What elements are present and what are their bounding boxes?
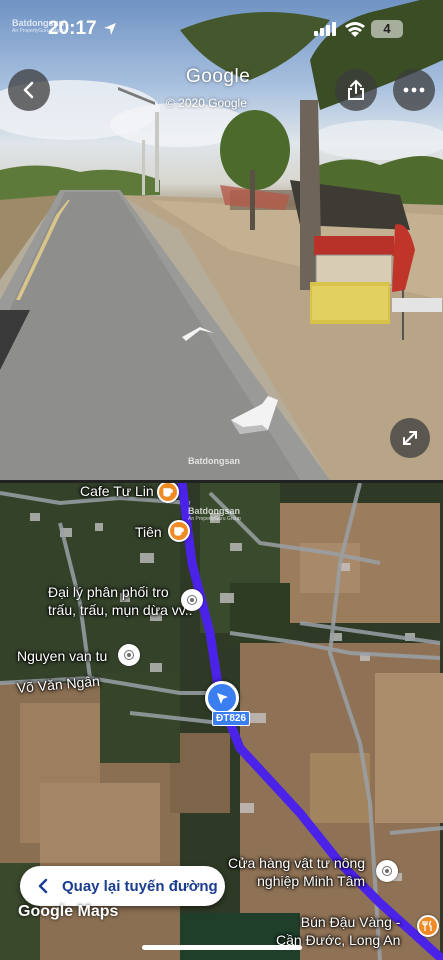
back-button[interactable] (8, 69, 50, 111)
poi-label-dai-ly[interactable]: Đại lý phân phối tro trấu, trấu, mụn dừa… (48, 583, 193, 619)
poi-label-line: Cửa hàng vật tư nông (228, 855, 366, 871)
watermark: Batdongsan An PropertyGuru Group (188, 506, 241, 522)
watermark-text: Batdongsan (188, 506, 241, 516)
google-maps-logo: Google Maps (18, 903, 119, 920)
battery-indicator: 4 (371, 20, 403, 38)
navigation-arrow-icon (217, 693, 228, 704)
cellular-signal-icon (314, 22, 336, 41)
expand-icon (403, 431, 417, 445)
watermark-text: Batdongsan (12, 18, 65, 28)
poi-label-line: nghiệp Minh Tâm (257, 873, 366, 889)
road-shield: ĐT826 (212, 711, 251, 726)
watermark-text: Batdongsan (188, 456, 241, 466)
street-view-provider: Google (186, 66, 251, 87)
place-pin-icon[interactable] (181, 589, 203, 611)
street-view-pane[interactable]: 20:17 4 Batdongsan An PropertyGuru Group (0, 0, 443, 480)
place-pin-icon[interactable] (118, 644, 140, 666)
back-icon (23, 81, 34, 99)
more-options-button[interactable] (393, 69, 435, 111)
wifi-icon (345, 21, 365, 42)
poi-label-line: Bún Đậu Vàng - (300, 914, 401, 930)
watermark: Batdongsan An PropertyGuru Group (12, 18, 65, 34)
place-pin-icon[interactable] (376, 860, 398, 882)
more-horizontal-icon (403, 87, 425, 93)
back-to-route-label: Quay lại tuyến đường (62, 877, 218, 895)
restaurant-pin-icon[interactable] (417, 915, 439, 937)
poi-label-nguyen-van-tu[interactable]: Nguyen van tu (17, 647, 107, 665)
poi-label-tien[interactable]: Tiên (135, 523, 162, 541)
watermark-subtext: An PropertyGuru Group (12, 28, 65, 34)
share-icon (348, 79, 364, 100)
home-indicator[interactable] (142, 945, 302, 950)
poi-label-line: trấu, trấu, mụn dừa vv.. (48, 602, 193, 618)
back-to-route-button[interactable]: Quay lại tuyến đường (20, 866, 225, 906)
current-location-marker[interactable] (205, 681, 239, 715)
street-view-copyright: © 2020 Google (166, 96, 247, 110)
chevron-left-icon (38, 878, 48, 894)
status-bar: 20:17 4 (0, 18, 443, 44)
map-pane[interactable]: Batdongsan An PropertyGuru Group Cafe Tư… (0, 483, 443, 960)
cafe-pin-icon[interactable] (168, 520, 190, 542)
location-arrow-icon (103, 22, 117, 41)
share-button[interactable] (335, 69, 377, 111)
poi-label-line: Đại lý phân phối tro (48, 584, 169, 600)
poi-label-bun-dau-vang[interactable]: Bún Đậu Vàng - Cần Đước, Long An (276, 913, 400, 949)
watermark: Batdongsan (188, 456, 240, 466)
expand-button[interactable] (390, 418, 430, 458)
poi-label-cua-hang[interactable]: Cửa hàng vật tư nông nghiệp Minh Tâm (228, 854, 365, 890)
poi-label-cafe-tu-lin[interactable]: Cafe Tư Lin (80, 483, 154, 500)
watermark-subtext: An PropertyGuru Group (188, 516, 241, 522)
